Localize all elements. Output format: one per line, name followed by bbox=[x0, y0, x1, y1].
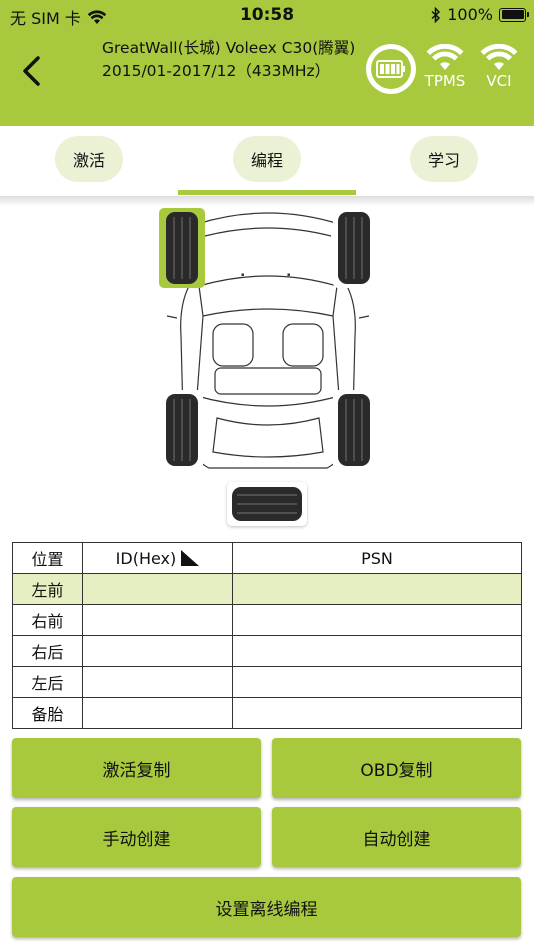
status-bar: 无 SIM 卡 10:58 100% bbox=[0, 0, 534, 30]
row-psn[interactable] bbox=[232, 666, 522, 698]
obd-copy-button[interactable]: OBD复制 bbox=[272, 738, 521, 798]
tpms-wifi-icon[interactable]: TPMS bbox=[420, 44, 470, 90]
tire-rear-right[interactable] bbox=[333, 390, 375, 470]
table-row[interactable]: 备胎 bbox=[12, 697, 522, 729]
table-row[interactable]: 右前 bbox=[12, 604, 522, 636]
tire-rear-left[interactable] bbox=[161, 390, 203, 470]
app-header: 无 SIM 卡 10:58 100% GreatWall(长城) Voleex … bbox=[0, 0, 534, 126]
manual-create-button[interactable]: 手动创建 bbox=[12, 807, 261, 867]
row-id[interactable] bbox=[82, 635, 233, 667]
offline-program-button[interactable]: 设置离线编程 bbox=[12, 877, 521, 937]
col-id-header[interactable]: ID(Hex) bbox=[82, 542, 233, 574]
auto-create-button[interactable]: 自动创建 bbox=[272, 807, 521, 867]
tab-learn[interactable]: 学习 bbox=[410, 136, 478, 182]
vci-label: VCI bbox=[486, 72, 512, 90]
tire-front-right[interactable] bbox=[333, 208, 375, 288]
sensor-table: 位置 ID(Hex) PSN 左前 右前 右后 左后 备胎 bbox=[12, 542, 522, 729]
table-row[interactable]: 左前 bbox=[12, 573, 522, 605]
tpms-signal-icon bbox=[426, 44, 464, 70]
vci-wifi-icon[interactable]: VCI bbox=[474, 44, 524, 90]
row-psn[interactable] bbox=[232, 697, 522, 729]
table-row[interactable]: 左后 bbox=[12, 666, 522, 698]
row-id[interactable] bbox=[82, 573, 233, 605]
spare-tire-icon bbox=[232, 487, 302, 521]
back-arrow-icon[interactable] bbox=[18, 54, 48, 88]
sort-triangle-icon bbox=[181, 549, 200, 566]
tpms-label: TPMS bbox=[424, 72, 466, 90]
row-position: 右前 bbox=[12, 604, 83, 636]
battery-icon bbox=[499, 7, 529, 22]
row-psn[interactable] bbox=[232, 635, 522, 667]
tire-spare[interactable] bbox=[227, 482, 307, 526]
col-psn-header: PSN bbox=[232, 542, 522, 574]
row-id[interactable] bbox=[82, 697, 233, 729]
battery-level-icon bbox=[376, 60, 405, 78]
row-position: 右后 bbox=[12, 635, 83, 667]
row-position: 左后 bbox=[12, 666, 83, 698]
battery-percent: 100% bbox=[447, 5, 493, 24]
tab-activate[interactable]: 激活 bbox=[55, 136, 123, 182]
row-psn[interactable] bbox=[232, 604, 522, 636]
row-id[interactable] bbox=[82, 604, 233, 636]
col-id-label: ID(Hex) bbox=[115, 548, 177, 568]
row-position: 左前 bbox=[12, 573, 83, 605]
tire-front-left[interactable] bbox=[159, 208, 205, 288]
tab-program[interactable]: 编程 bbox=[233, 136, 301, 182]
car-diagram: ▪ ▪ bbox=[157, 206, 379, 472]
device-status-icons: TPMS VCI bbox=[366, 44, 530, 98]
svg-text:▪: ▪ bbox=[287, 272, 290, 278]
row-id[interactable] bbox=[82, 666, 233, 698]
function-tabs: 激活 编程 学习 bbox=[0, 126, 534, 196]
col-position-header: 位置 bbox=[12, 542, 83, 574]
tabs-shadow bbox=[0, 196, 534, 206]
tire-icon bbox=[338, 212, 370, 284]
table-header-row: 位置 ID(Hex) PSN bbox=[12, 542, 522, 574]
activate-copy-button[interactable]: 激活复制 bbox=[12, 738, 261, 798]
row-position: 备胎 bbox=[12, 697, 83, 729]
vci-signal-icon bbox=[480, 44, 518, 70]
table-row[interactable]: 右后 bbox=[12, 635, 522, 667]
vehicle-title: GreatWall(长城) Voleex C30(腾翼) 2015/01-201… bbox=[102, 39, 356, 80]
bluetooth-icon bbox=[431, 6, 441, 23]
row-psn[interactable] bbox=[232, 573, 522, 605]
tire-icon bbox=[166, 394, 198, 466]
active-tab-indicator bbox=[178, 190, 356, 195]
svg-text:▪: ▪ bbox=[241, 272, 244, 278]
tire-icon bbox=[166, 212, 198, 284]
obd-battery-icon[interactable] bbox=[366, 44, 416, 94]
tire-icon bbox=[338, 394, 370, 466]
status-right: 100% bbox=[431, 5, 529, 24]
